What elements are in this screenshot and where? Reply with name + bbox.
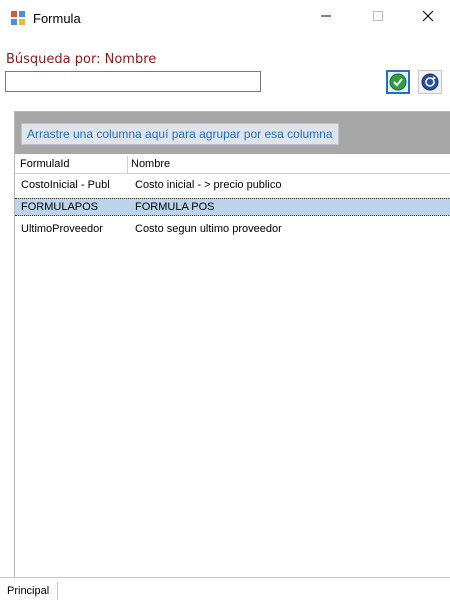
search-label: Búsqueda por: Nombre	[6, 52, 157, 67]
minimize-icon	[320, 9, 332, 27]
window-title: Formula	[33, 11, 81, 26]
header-divider	[15, 173, 450, 174]
check-circle-icon	[388, 73, 408, 96]
refresh-button[interactable]	[418, 70, 442, 94]
table-row[interactable]: CostoInicial - Publ Costo inicial - > pr…	[15, 176, 450, 194]
group-by-area[interactable]: Arrastre una columna aquí para agrupar p…	[15, 112, 450, 154]
search-input[interactable]	[5, 71, 261, 92]
tab-principal[interactable]: Principal	[7, 582, 59, 600]
cell-formulaid: CostoInicial - Publ	[21, 179, 110, 191]
refresh-circle-icon	[419, 73, 441, 97]
close-button[interactable]	[405, 0, 450, 36]
close-icon	[422, 9, 434, 27]
table-row-selected[interactable]: FORMULAPOS FORMULA POS	[15, 198, 450, 216]
column-header-formulaid[interactable]: FormulaId	[20, 155, 70, 173]
cell-nombre: Costo inicial - > precio publico	[135, 179, 282, 191]
title-bar: Formula	[0, 0, 450, 36]
maximize-button[interactable]	[355, 0, 401, 36]
cell-nombre: Costo segun ultimo proveedor	[135, 223, 282, 235]
column-separator[interactable]	[127, 156, 128, 173]
bottom-tab-bar: Principal	[0, 577, 450, 600]
form-window-icon	[10, 10, 26, 26]
cell-nombre: FORMULA POS	[135, 201, 215, 213]
group-by-hint: Arrastre una columna aquí para agrupar p…	[21, 123, 339, 145]
accept-button[interactable]	[386, 70, 410, 94]
results-grid: Arrastre una columna aquí para agrupar p…	[14, 111, 450, 578]
column-header-nombre[interactable]: Nombre	[131, 155, 170, 173]
cell-formulaid: FORMULAPOS	[21, 201, 99, 213]
cell-formulaid: UltimoProveedor	[21, 223, 103, 235]
maximize-icon	[372, 9, 384, 27]
minimize-button[interactable]	[303, 0, 349, 36]
table-row[interactable]: UltimoProveedor Costo segun ultimo prove…	[15, 220, 450, 238]
